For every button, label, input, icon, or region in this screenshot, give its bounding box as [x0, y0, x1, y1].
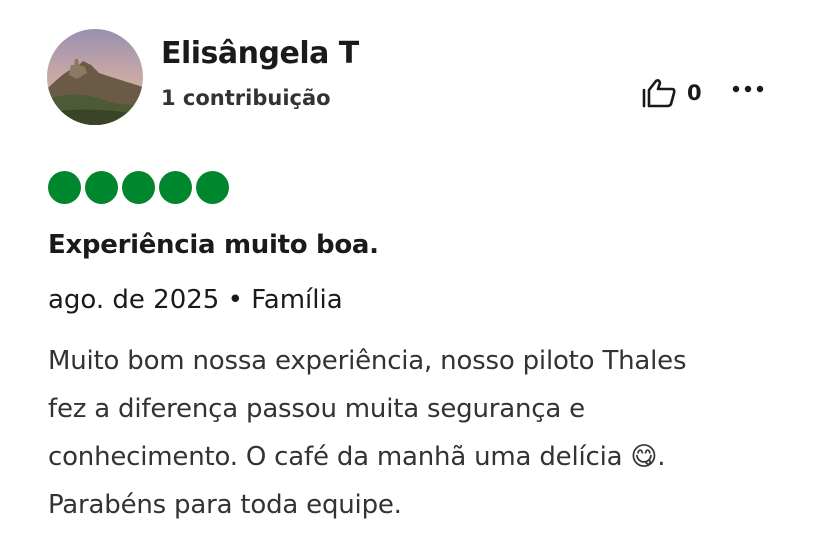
avatar-photo [47, 29, 143, 125]
review-body-line: Parabéns para toda equipe. [48, 490, 402, 520]
review-body-line: fez a diferença passou muita segurança e [48, 394, 585, 424]
helpful-vote-button[interactable]: 0 [641, 78, 702, 108]
more-options-icon [732, 85, 764, 93]
author-name[interactable]: Elisângela T [161, 36, 359, 71]
rating-bubble-icon [159, 171, 192, 204]
review-meta: ago. de 2025 • Família [48, 285, 343, 315]
rating-bubble-icon [122, 171, 155, 204]
contribution-count: 1 contribuição [161, 86, 331, 110]
rating-bubble-icon [85, 171, 118, 204]
review-body-line: Muito bom nossa experiência, nosso pilot… [48, 346, 687, 376]
rating-bubble-icon [48, 171, 81, 204]
review-body: Muito bom nossa experiência, nosso pilot… [48, 337, 808, 529]
rating-bubbles [48, 171, 229, 204]
more-options-button[interactable] [730, 80, 766, 99]
thumbs-up-icon [642, 79, 676, 108]
helpful-count: 0 [687, 81, 702, 105]
review-body-line: conhecimento. O café da manhã uma delíci… [48, 442, 666, 472]
review-title: Experiência muito boa. [48, 230, 379, 260]
rating-bubble-icon [196, 171, 229, 204]
avatar[interactable] [47, 29, 143, 125]
